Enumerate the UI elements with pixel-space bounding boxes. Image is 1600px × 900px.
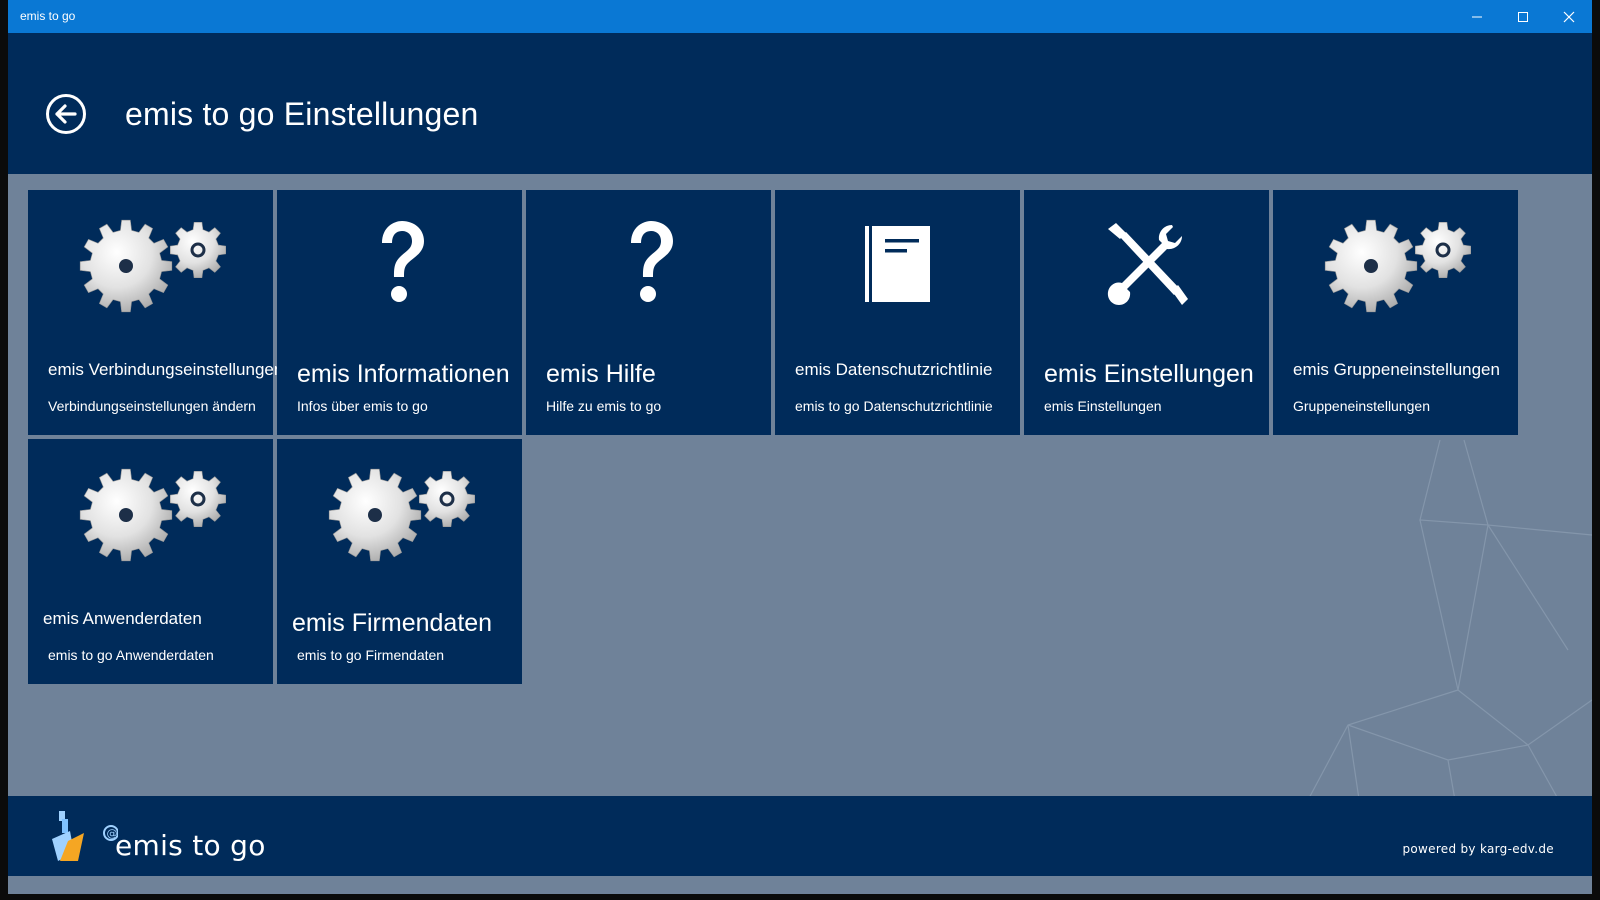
title-bar: emis to go [8, 0, 1592, 33]
tile-connection-settings[interactable]: emis Verbindungseinstellungen Verbindung… [28, 190, 283, 435]
maximize-icon [1518, 11, 1528, 22]
tile-subtitle: Gruppeneinstellungen [1293, 398, 1430, 414]
tile-group-settings[interactable]: emis Gruppeneinstellungen Gruppeneinstel… [1273, 190, 1518, 435]
tile-title: emis Informationen [297, 360, 510, 388]
tile-help[interactable]: emis Hilfe Hilfe zu emis to go [526, 190, 771, 435]
footer: @ emis to go powered by karg-edv.de [8, 796, 1592, 876]
tile-title: emis Datenschutzrichtlinie [795, 360, 993, 379]
minimize-icon [1472, 16, 1482, 17]
gears-icon [28, 214, 273, 314]
gears-icon [28, 463, 273, 563]
close-button[interactable] [1546, 0, 1592, 33]
page-title: emis to go Einstellungen [125, 96, 479, 132]
page-header: emis to go Einstellungen [8, 33, 1592, 174]
powered-by-link[interactable]: powered by karg-edv.de [1402, 842, 1554, 856]
app-window: emis to go emis to go Einstellungen emis… [8, 0, 1592, 894]
tile-subtitle: emis to go Firmendaten [297, 647, 445, 663]
tile-title: emis Verbindungseinstellungen [48, 360, 284, 379]
question-icon [526, 214, 771, 314]
tile-subtitle: emis to go Anwenderdaten [48, 647, 214, 663]
arrow-left-icon [55, 104, 77, 124]
tools-icon [1024, 214, 1269, 314]
tile-subtitle: emis Einstellungen [1044, 398, 1162, 414]
tile-title: emis Gruppeneinstellungen [1293, 360, 1500, 379]
gears-icon [277, 463, 522, 563]
tile-privacy-policy[interactable]: emis Datenschutzrichtlinie emis to go Da… [775, 190, 1020, 435]
tile-title: emis Anwenderdaten [43, 609, 202, 628]
tile-settings[interactable]: emis Einstellungen emis Einstellungen [1024, 190, 1269, 435]
footer-logo-text: emis to go [115, 829, 266, 862]
back-button[interactable] [46, 94, 86, 134]
tile-title: emis Einstellungen [1044, 360, 1254, 388]
tile-title: emis Firmendaten [292, 609, 493, 637]
question-icon [277, 214, 522, 314]
tile-subtitle: Hilfe zu emis to go [546, 398, 662, 414]
tile-user-data[interactable]: emis Anwenderdaten emis to go Anwenderda… [28, 439, 273, 684]
maximize-button[interactable] [1500, 0, 1546, 33]
tile-subtitle: emis to go Datenschutzrichtlinie [795, 398, 993, 414]
tile-company-data[interactable]: emis Firmendaten emis to go Firmendaten [277, 439, 522, 684]
window-title: emis to go [20, 9, 76, 23]
tile-subtitle: Verbindungseinstellungen ändern [48, 398, 256, 414]
minimize-button[interactable] [1454, 0, 1500, 33]
emis-logo-icon: @ [52, 811, 118, 861]
book-icon [775, 214, 1020, 314]
tile-title: emis Hilfe [546, 360, 656, 388]
tile-subtitle: Infos über emis to go [297, 398, 428, 414]
close-icon [1563, 11, 1575, 22]
tile-information[interactable]: emis Informationen Infos über emis to go [277, 190, 522, 435]
gears-icon [1273, 214, 1518, 314]
